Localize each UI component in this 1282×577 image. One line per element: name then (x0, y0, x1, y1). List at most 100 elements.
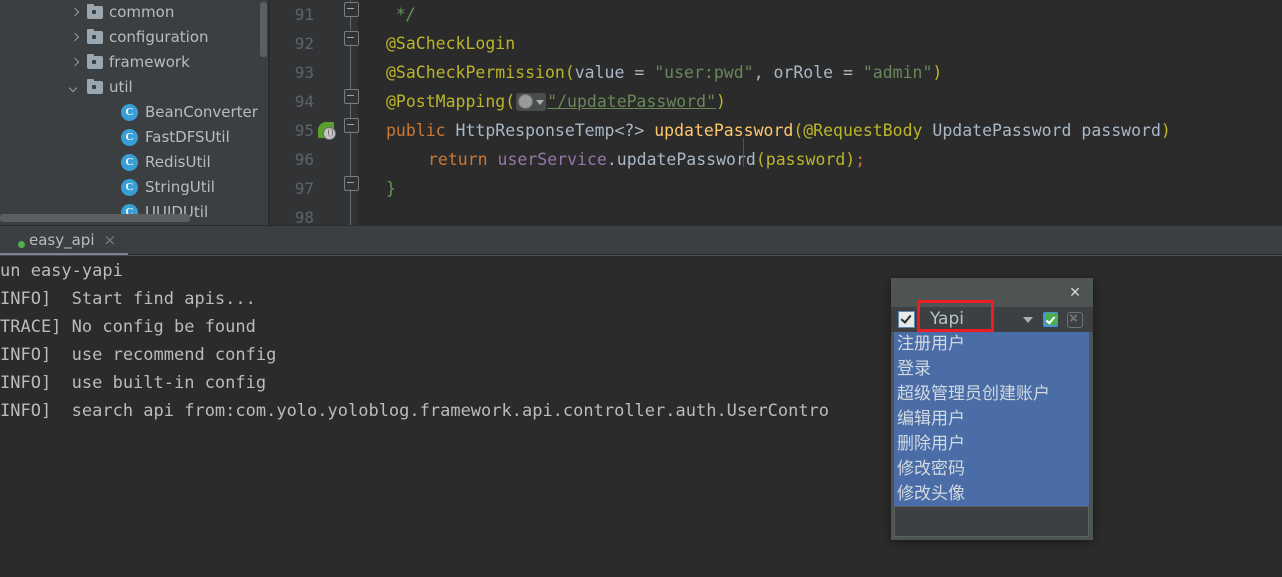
tree-item-label: FastDFSUtil (145, 128, 230, 146)
code-token-paren: ( (793, 121, 804, 140)
project-tree-horizontal-scrollbar[interactable] (0, 214, 190, 222)
list-item[interactable]: 注册用户 (894, 332, 1089, 357)
popup-footer-area (894, 506, 1089, 537)
popup-api-list[interactable]: 注册用户 登录 超级管理员创建账户 编辑用户 删除用户 修改密码 修改头像 (894, 332, 1089, 506)
url-gutter-chip[interactable] (516, 92, 547, 111)
code-token-keyword: public (386, 121, 446, 140)
gutter-row: 98 (270, 203, 358, 225)
tree-item-fastdfsutil[interactable]: C FastDFSUtil (0, 125, 270, 150)
tree-item-common[interactable]: common (0, 0, 270, 25)
folder-icon (87, 29, 103, 44)
list-item[interactable]: 修改密码 (894, 457, 1089, 482)
code-line-92: @SaCheckLogin (358, 29, 1282, 58)
popup-value-field-wrap[interactable]: Yapi (917, 300, 1023, 332)
code-token-call: updatePassword (616, 150, 756, 169)
line-number: 97 (294, 179, 314, 198)
tree-item-util[interactable]: util (0, 75, 270, 100)
close-icon[interactable]: × (1065, 282, 1085, 302)
line-number: 96 (294, 150, 314, 169)
code-line-97: } (358, 174, 1282, 203)
tree-item-label: util (109, 78, 133, 96)
list-item[interactable]: 超级管理员创建账户 (894, 382, 1089, 407)
chevron-right-icon[interactable] (68, 31, 82, 45)
code-token-dot: . (606, 150, 617, 169)
ide-top-section: common configuration framework util C Be… (0, 0, 1282, 225)
code-token-field: userService (497, 150, 607, 169)
green-check-icon[interactable] (1043, 312, 1058, 327)
tree-item-beanconverter[interactable]: C BeanConverter (0, 100, 270, 125)
tree-item-framework[interactable]: framework (0, 50, 270, 75)
status-dot-icon (18, 240, 25, 248)
tab-bar-divider (0, 255, 1282, 256)
list-item[interactable]: 删除用户 (894, 432, 1089, 457)
folder-icon (87, 54, 103, 69)
fold-toggle-icon[interactable] (344, 89, 359, 104)
code-token-param: value (574, 63, 625, 82)
code-line-94: @PostMapping("/updatePassword") (358, 87, 1282, 116)
tab-label: easy_api (29, 231, 95, 249)
code-token-annotation: @RequestBody (803, 121, 923, 140)
code-token-semicolon: ; (855, 150, 866, 169)
chevron-right-icon[interactable] (68, 6, 82, 20)
code-token-comment: */ (386, 5, 416, 24)
code-line-91: */ (358, 0, 1282, 29)
globe-icon (518, 93, 534, 109)
tree-item-configuration[interactable]: configuration (0, 25, 270, 50)
code-token-brace: } (386, 179, 396, 198)
indent-guide (743, 138, 744, 167)
code-token-annotation: @PostMapping (386, 92, 506, 111)
tree-item-label: common (109, 3, 175, 21)
line-number: 91 (294, 5, 314, 24)
fold-bar (350, 189, 351, 225)
chevron-down-icon[interactable] (68, 81, 82, 95)
code-line-95: public HttpResponseTemp<?> updatePasswor… (358, 116, 1282, 145)
gutter-row: 93 (270, 58, 358, 87)
tree-item-stringutil[interactable]: C StringUtil (0, 175, 270, 200)
tree-item-label: StringUtil (145, 178, 215, 196)
popup-toolbar[interactable]: Yapi (891, 300, 1093, 332)
code-token-annotation: @SaCheckPermission (386, 63, 565, 82)
project-tree-vertical-scrollbar[interactable] (260, 2, 267, 57)
fold-bar (350, 44, 351, 92)
line-number: 92 (294, 34, 314, 53)
tree-item-label: configuration (109, 28, 209, 46)
list-item[interactable]: 修改头像 (894, 482, 1089, 506)
close-icon[interactable]: × (104, 232, 117, 248)
code-token-equals: = (624, 63, 655, 82)
chevron-right-icon[interactable] (68, 56, 82, 70)
tree-item-label: framework (109, 53, 190, 71)
code-token-param: orRole (773, 63, 834, 82)
project-tree-panel[interactable]: common configuration framework util C Be… (0, 0, 270, 225)
code-token-paren: ) (716, 92, 726, 111)
tree-item-redisutil[interactable]: C RedisUtil (0, 150, 270, 175)
run-tab-bar[interactable]: easy_api × (0, 225, 1282, 254)
code-token-paren: ) (932, 63, 943, 82)
code-editor[interactable]: 91 92 93 94 95 96 97 98 */ @SaCheckLogin… (270, 0, 1282, 225)
code-token-paren: ) (1160, 121, 1171, 140)
code-line-96: return userService.updatePassword(passwo… (358, 145, 1282, 174)
cancel-x-icon[interactable] (1067, 311, 1083, 328)
code-token-string: "user:pwd" (654, 63, 754, 82)
fold-toggle-icon[interactable] (344, 118, 359, 133)
line-number: 95 (294, 121, 314, 140)
code-content[interactable]: */ @SaCheckLogin @SaCheckPermission(valu… (358, 0, 1282, 225)
code-token-equals: = (833, 63, 863, 82)
yapi-selection-popup[interactable]: × Yapi 注册用户 登录 超级管理员创建账户 编辑用户 删除用户 修改密码 … (891, 278, 1093, 540)
select-all-checkbox[interactable] (898, 311, 915, 328)
run-endpoint-gutter-icon[interactable] (318, 122, 336, 140)
fold-toggle-icon[interactable] (344, 2, 359, 17)
java-class-icon: C (121, 129, 138, 146)
code-token-url-string[interactable]: "/updatePassword" (547, 92, 716, 111)
tab-easy-api[interactable]: easy_api × (18, 226, 116, 254)
fold-toggle-icon[interactable] (344, 31, 359, 46)
editor-gutter[interactable]: 91 92 93 94 95 96 97 98 (270, 0, 359, 225)
chevron-down-icon[interactable] (1023, 316, 1033, 323)
list-item[interactable]: 登录 (894, 357, 1089, 382)
code-line-93: @SaCheckPermission(value = "user:pwd", o… (358, 58, 1282, 87)
line-number: 93 (294, 63, 314, 82)
list-item[interactable]: 编辑用户 (894, 407, 1089, 432)
chevron-down-icon[interactable] (536, 99, 545, 105)
code-token-annotation: @SaCheckLogin (386, 34, 516, 53)
fold-toggle-icon[interactable] (344, 176, 359, 191)
java-class-icon: C (121, 154, 138, 171)
